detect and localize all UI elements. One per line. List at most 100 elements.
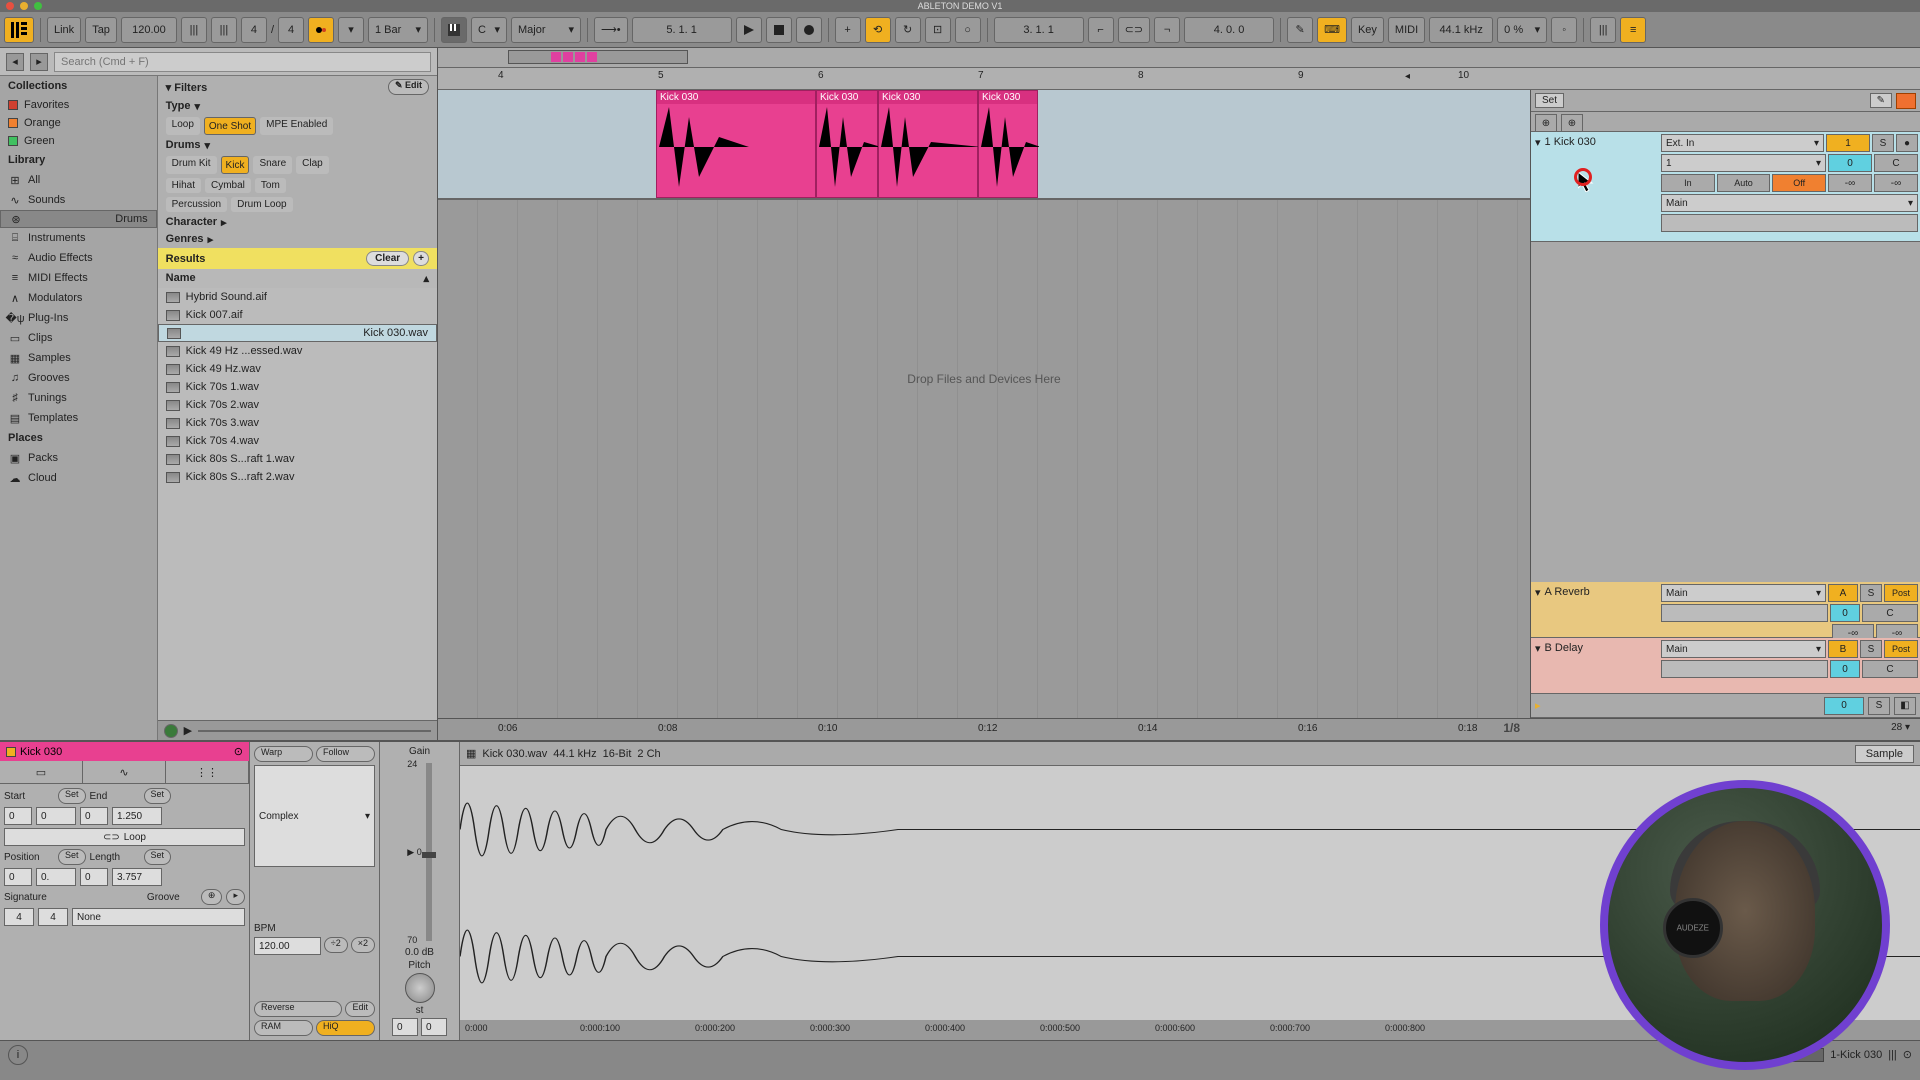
clear-filters-button[interactable]: Clear [366, 251, 409, 266]
lib-drums[interactable]: ⊛Drums [0, 210, 157, 228]
clip-name[interactable]: Kick 030 [20, 746, 62, 758]
quantize-menu[interactable]: 1 Bar▾ [368, 17, 428, 43]
pos-bars[interactable]: 0 [4, 868, 32, 886]
output-routing[interactable]: Main▾ [1661, 584, 1826, 602]
pitch-semitones[interactable]: 0 [392, 1018, 418, 1036]
set-start-button[interactable]: Set [58, 788, 86, 804]
clip-tab-notes[interactable]: ▭ [0, 761, 83, 783]
follow-toggle[interactable]: Follow [316, 746, 375, 762]
result-item[interactable]: Kick 80s S...raft 1.wav [158, 450, 437, 468]
follow-button[interactable]: ⟶• [594, 17, 628, 43]
input-channel[interactable]: 1▾ [1661, 154, 1826, 172]
add-track-button[interactable]: ⊕ [1535, 114, 1557, 132]
lib-clips[interactable]: ▭Clips [0, 328, 157, 348]
automation-arm[interactable]: ⟲ [865, 17, 891, 43]
gain-slider[interactable] [426, 763, 432, 941]
track-number[interactable]: 1 [1826, 134, 1870, 152]
audio-clip[interactable]: Kick 030 [656, 90, 816, 198]
lib-tunings[interactable]: ♯Tunings [0, 388, 157, 408]
pan[interactable]: C [1862, 660, 1918, 678]
post-button[interactable]: Post [1884, 584, 1918, 602]
tag-kick[interactable]: Kick [221, 156, 250, 174]
result-item[interactable]: Kick 007.aif [158, 306, 437, 324]
output-routing[interactable]: Main▾ [1661, 194, 1918, 212]
track-fold-icon[interactable]: ▾ [1535, 136, 1541, 149]
search-input[interactable] [54, 52, 431, 72]
tag-drumkit[interactable]: Drum Kit [166, 156, 217, 174]
monitor-auto[interactable]: Auto [1717, 174, 1771, 192]
overview[interactable] [438, 48, 1920, 68]
arm-button[interactable]: ● [1896, 134, 1918, 152]
set-end-button[interactable]: Set [144, 788, 172, 804]
edit-sample-button[interactable]: Edit [345, 1001, 375, 1017]
send-b[interactable]: -∞ [1874, 174, 1918, 192]
loop-toggle[interactable]: ⊂⊃ [1118, 17, 1150, 43]
tag-snare[interactable]: Snare [253, 156, 292, 174]
tag-loop[interactable]: Loop [166, 117, 200, 135]
volume[interactable]: 0 [1830, 660, 1860, 678]
clip-bpm[interactable]: 120.00 [254, 937, 321, 955]
link-button[interactable]: Link [47, 17, 81, 43]
tracks-area[interactable]: Kick 030 Kick 030 Kick 030 Kick 030 Drop… [438, 90, 1920, 718]
results-list[interactable]: Hybrid Sound.aif Kick 007.aif Kick 030.w… [158, 288, 437, 720]
stop-button[interactable] [766, 17, 792, 43]
pan[interactable]: C [1862, 604, 1918, 622]
metronome-toggle[interactable] [308, 17, 334, 43]
arrangement-position[interactable]: 5. 1. 1 [632, 17, 732, 43]
loop-record[interactable]: ○ [955, 17, 981, 43]
end-beats[interactable]: 1.250 [112, 807, 162, 825]
lib-plugins[interactable]: �ψPlug-Ins [0, 308, 157, 328]
clip-tab-mpe[interactable]: ⋮⋮ [166, 761, 249, 783]
genres-label[interactable]: Genres ▸ [158, 231, 437, 248]
lib-samples[interactable]: ▦Samples [0, 348, 157, 368]
lib-instruments[interactable]: ⌸Instruments [0, 228, 157, 248]
name-column-header[interactable]: Name [166, 272, 196, 285]
lib-modulators[interactable]: ∧Modulators [0, 288, 157, 308]
solo-button[interactable]: S [1872, 134, 1894, 152]
preview-play-icon[interactable]: ▶ [184, 724, 192, 737]
main-track-header[interactable]: ▸ 0 S ◧ [1531, 694, 1920, 718]
audio-clip[interactable]: Kick 030 [878, 90, 978, 198]
track-letter[interactable]: A [1828, 584, 1858, 602]
track-letter[interactable]: B [1828, 640, 1858, 658]
loop-length[interactable]: 4. 0. 0 [1184, 17, 1274, 43]
loop-start[interactable]: 3. 1. 1 [994, 17, 1084, 43]
arrangement-view-button[interactable]: ≡ [1620, 17, 1646, 43]
monitor-off[interactable]: Off [1772, 174, 1826, 192]
add-filter-button[interactable]: + [413, 251, 429, 266]
metronome-menu[interactable]: ▾ [338, 17, 364, 43]
info-icon[interactable]: i [8, 1045, 28, 1065]
clip-activator[interactable]: ⊙ [234, 745, 243, 758]
monitor-in[interactable]: In [1661, 174, 1715, 192]
live-logo[interactable] [4, 17, 34, 43]
drums-label[interactable]: Drums ▾ [158, 137, 437, 154]
character-label[interactable]: Character ▸ [158, 214, 437, 231]
filter-toggle-icon[interactable]: ▾ [166, 82, 175, 94]
hiq-toggle[interactable]: HiQ [316, 1020, 375, 1036]
add-return-button[interactable]: ⊕ [1561, 114, 1583, 132]
tag-percussion[interactable]: Percussion [166, 197, 227, 212]
len-bars[interactable]: 0 [80, 868, 108, 886]
bpm-half[interactable]: ÷2 [324, 937, 348, 953]
midi-map[interactable]: MIDI [1388, 17, 1425, 43]
tempo-nudge-down[interactable]: ||| [181, 17, 207, 43]
punch-in[interactable]: ⌐ [1088, 17, 1114, 43]
browser-back[interactable]: ◂ [6, 53, 24, 71]
len-beats[interactable]: 3.757 [112, 868, 162, 886]
pos-beats[interactable]: 0. [36, 868, 76, 886]
computer-midi-keyboard[interactable]: ⌨ [1317, 17, 1347, 43]
bar-ruler[interactable]: 4 5 6 7 8 9 10 ◂ [438, 68, 1920, 90]
cpu-meter[interactable]: 0 %▾ [1497, 17, 1547, 43]
tag-tom[interactable]: Tom [255, 178, 286, 193]
lib-sounds[interactable]: ∿Sounds [0, 190, 157, 210]
zoom-display[interactable]: 1/8 [1503, 721, 1520, 735]
reverse-button[interactable]: Reverse [254, 1001, 342, 1017]
ram-toggle[interactable]: RAM [254, 1020, 313, 1036]
start-bars[interactable]: 0 [4, 807, 32, 825]
track-name[interactable]: 1 Kick 030 [1545, 136, 1596, 148]
set-length-button[interactable]: Set [144, 849, 172, 865]
result-item[interactable]: Hybrid Sound.aif [158, 288, 437, 306]
pan[interactable]: C [1874, 154, 1918, 172]
groove-select[interactable]: None [72, 908, 245, 926]
lib-grooves[interactable]: ♫Grooves [0, 368, 157, 388]
